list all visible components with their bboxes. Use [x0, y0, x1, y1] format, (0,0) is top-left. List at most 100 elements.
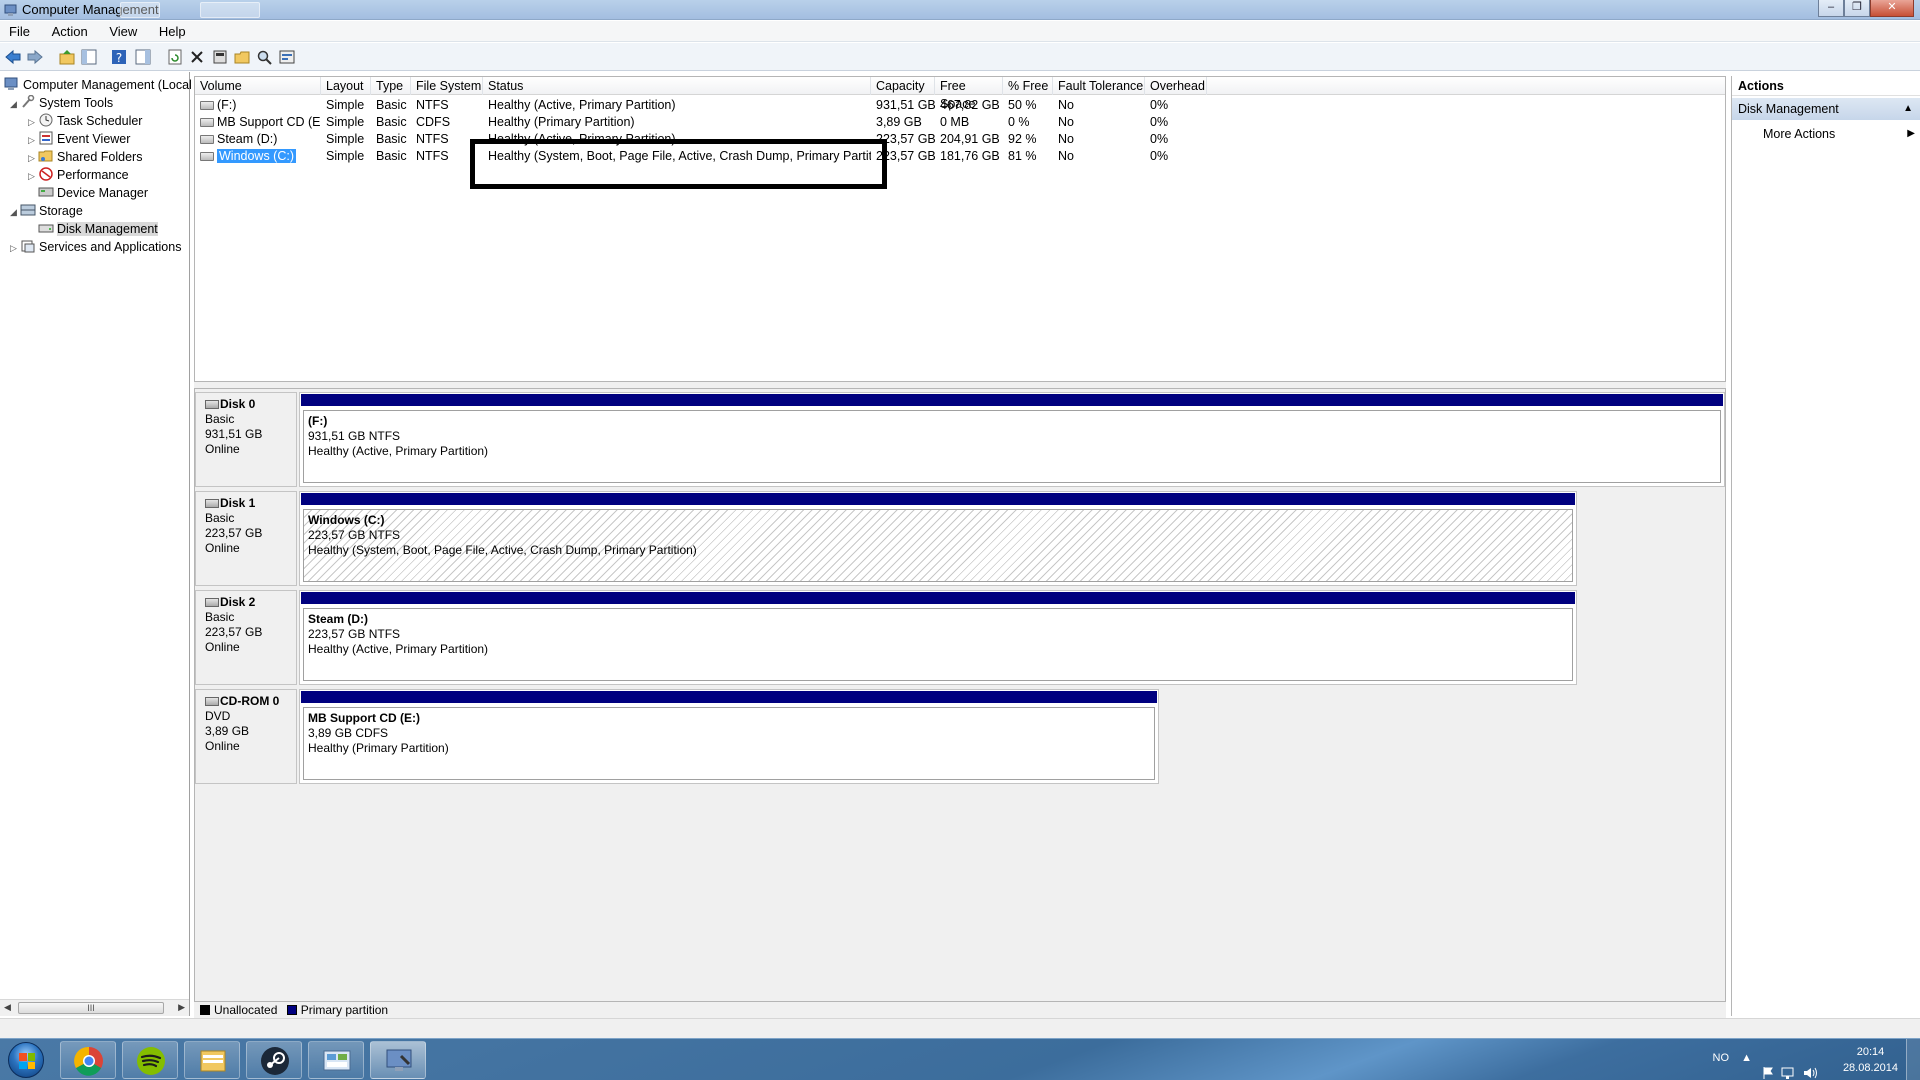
tree-item-task-scheduler[interactable]: ▷ Task Scheduler: [28, 112, 142, 130]
disk-info[interactable]: Disk 1 Basic 223,57 GB Online: [195, 491, 297, 586]
column-header-percent-free[interactable]: % Free: [1003, 77, 1053, 95]
minimize-button[interactable]: ‒: [1818, 0, 1844, 17]
partition-name: MB Support CD (E:): [308, 711, 420, 725]
disk-info[interactable]: CD-ROM 0 DVD 3,89 GB Online: [195, 689, 297, 784]
language-indicator[interactable]: NO: [1713, 1052, 1730, 1080]
disk-properties-icon[interactable]: [278, 48, 296, 66]
tree-item-root[interactable]: Computer Management (Local: [4, 76, 192, 94]
collapsed-arrow-icon[interactable]: ▷: [28, 149, 38, 167]
column-header-layout[interactable]: Layout: [321, 77, 371, 95]
open-folder-icon[interactable]: [233, 48, 251, 66]
forward-arrow-icon[interactable]: [26, 48, 44, 66]
tree-item-performance[interactable]: ▷ Performance: [28, 166, 129, 184]
column-header-capacity[interactable]: Capacity: [871, 77, 935, 95]
tree-item-system-tools[interactable]: ◢ System Tools: [10, 94, 113, 112]
partition-block[interactable]: Steam (D:) 223,57 GB NTFS Healthy (Activ…: [299, 590, 1577, 685]
taskbar-explorer[interactable]: [184, 1041, 240, 1079]
capacity-cell: 223,57 GB: [876, 149, 935, 163]
tree-item-device-manager[interactable]: Device Manager: [38, 184, 148, 202]
clock[interactable]: 20:14 28.08.2014: [1843, 1044, 1898, 1076]
tree-label: Disk Management: [57, 222, 158, 236]
tree-item-event-viewer[interactable]: ▷ Event Viewer: [28, 130, 130, 148]
clock-time: 20:14: [1856, 1046, 1885, 1058]
fs-cell: NTFS: [416, 98, 449, 112]
search-icon[interactable]: [255, 48, 273, 66]
taskbar-control-panel[interactable]: [308, 1041, 364, 1079]
show-hidden-icons-icon[interactable]: ▲: [1741, 1052, 1752, 1080]
delete-icon[interactable]: [188, 48, 206, 66]
scroll-thumb[interactable]: III: [18, 1002, 164, 1014]
menu-view[interactable]: View: [100, 21, 146, 39]
taskbar-steam[interactable]: [246, 1041, 302, 1079]
partition-block[interactable]: Windows (C:) 223,57 GB NTFS Healthy (Sys…: [299, 491, 1577, 586]
partition-body-selected: Windows (C:) 223,57 GB NTFS Healthy (Sys…: [303, 509, 1573, 582]
column-header-free-space[interactable]: Free Space: [935, 77, 1003, 111]
menu-action[interactable]: Action: [43, 21, 97, 39]
tree-root-label: Computer Management (Local: [23, 78, 192, 92]
tree-item-storage[interactable]: ◢ Storage: [10, 202, 83, 220]
table-row[interactable]: Windows (C:) Simple Basic NTFS Healthy (…: [195, 148, 1725, 165]
collapse-caret-icon[interactable]: ▲: [1903, 98, 1913, 120]
tree-label: System Tools: [39, 96, 114, 110]
toolbar: ?: [0, 43, 1920, 71]
help-icon[interactable]: ?: [110, 48, 128, 66]
column-header-fault-tolerance[interactable]: Fault Tolerance: [1053, 77, 1145, 95]
expand-arrow-icon[interactable]: ◢: [10, 203, 20, 221]
tree-item-services-and-applications[interactable]: ▷ Services and Applications: [10, 238, 181, 256]
collapsed-arrow-icon[interactable]: ▷: [28, 131, 38, 149]
column-header-volume[interactable]: Volume: [195, 77, 321, 95]
show-hide-tree-icon[interactable]: [80, 48, 98, 66]
capacity-cell: 931,51 GB: [876, 98, 935, 112]
collapsed-arrow-icon[interactable]: ▷: [28, 113, 38, 131]
network-icon[interactable]: [1781, 1052, 1797, 1080]
refresh-icon[interactable]: [166, 48, 184, 66]
windows-flag-icon: [19, 1053, 35, 1069]
collapsed-arrow-icon[interactable]: ▷: [10, 239, 20, 257]
close-button[interactable]: ✕: [1870, 0, 1914, 17]
up-folder-icon[interactable]: [58, 48, 76, 66]
title-bar: Computer Management ‒ ❐ ✕: [0, 0, 1920, 20]
free-space-cell: 467,82 GB: [940, 98, 1000, 112]
table-row[interactable]: Steam (D:) Simple Basic NTFS Healthy (Ac…: [195, 131, 1725, 148]
tree-item-shared-folders[interactable]: ▷ Shared Folders: [28, 148, 142, 166]
tree-item-disk-management[interactable]: Disk Management: [38, 220, 158, 238]
collapsed-arrow-icon[interactable]: ▷: [28, 167, 38, 185]
action-center-flag-icon[interactable]: [1761, 1052, 1775, 1080]
maximize-button[interactable]: ❐: [1844, 0, 1870, 17]
fault-tolerance-cell: No: [1058, 115, 1074, 129]
scroll-left-icon[interactable]: ◀: [4, 1002, 11, 1013]
back-arrow-icon[interactable]: [4, 48, 22, 66]
column-header-type[interactable]: Type: [371, 77, 411, 95]
scroll-right-icon[interactable]: ▶: [178, 1002, 185, 1013]
disk-info[interactable]: Disk 0 Basic 931,51 GB Online: [195, 392, 297, 487]
properties-icon[interactable]: [211, 48, 229, 66]
show-desktop-button[interactable]: [1906, 1039, 1920, 1080]
disk-info[interactable]: Disk 2 Basic 223,57 GB Online: [195, 590, 297, 685]
taskbar-computer-management[interactable]: [370, 1041, 426, 1079]
show-hide-action-pane-icon[interactable]: [134, 48, 152, 66]
taskbar-spotify[interactable]: [122, 1041, 178, 1079]
partition-block[interactable]: MB Support CD (E:) 3,89 GB CDFS Healthy …: [299, 689, 1159, 784]
more-actions-item[interactable]: More Actions ▶: [1732, 124, 1920, 144]
start-button[interactable]: [8, 1042, 44, 1078]
partition-block[interactable]: (F:) 931,51 GB NTFS Healthy (Active, Pri…: [299, 392, 1725, 487]
partition-status: Healthy (Active, Primary Partition): [308, 642, 489, 656]
menu-file[interactable]: File: [0, 21, 39, 39]
disk-name-text: CD-ROM 0: [220, 694, 280, 708]
table-row[interactable]: MB Support CD (E:) Simple Basic CDFS Hea…: [195, 114, 1725, 131]
more-actions-label: More Actions: [1763, 127, 1836, 141]
menu-help[interactable]: Help: [150, 21, 195, 39]
status-cell: Healthy (Primary Partition): [488, 115, 635, 129]
actions-section-disk-management[interactable]: Disk Management ▲: [1732, 98, 1920, 120]
column-header-status[interactable]: Status: [483, 77, 871, 95]
expand-arrow-icon[interactable]: ◢: [10, 95, 20, 113]
cd-drive-icon: [200, 118, 214, 127]
tree-label: Performance: [57, 168, 129, 182]
column-header-file-system[interactable]: File System: [411, 77, 483, 95]
taskbar-chrome[interactable]: [60, 1041, 116, 1079]
horizontal-scrollbar[interactable]: ◀ III ▶: [0, 999, 189, 1016]
disk-size: 223,57 GB: [205, 625, 263, 639]
volume-icon[interactable]: [1803, 1052, 1819, 1080]
table-row[interactable]: (F:) Simple Basic NTFS Healthy (Active, …: [195, 97, 1725, 114]
column-header-overhead[interactable]: Overhead: [1145, 77, 1207, 95]
